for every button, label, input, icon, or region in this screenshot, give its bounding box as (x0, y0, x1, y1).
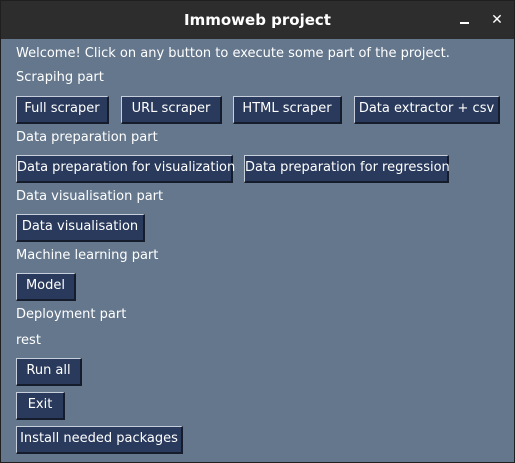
close-icon: ✕ (491, 12, 503, 28)
prep-visualization-button[interactable]: Data preparation for visualization (16, 155, 235, 183)
section-label-deployment: Deployment part (16, 307, 127, 322)
app-window: Immoweb project ✕ Welcome! Click on any … (0, 0, 515, 463)
prep-regression-button[interactable]: Data preparation for regression (244, 155, 450, 183)
section-label-scraping: Scrapihg part (16, 70, 104, 85)
intro-text: Welcome! Click on any button to execute … (16, 46, 450, 61)
section-label-preparation: Data preparation part (16, 130, 158, 145)
section-label-ml: Machine learning part (16, 248, 159, 263)
model-button[interactable]: Model (16, 273, 76, 301)
main-panel: Welcome! Click on any button to execute … (1, 39, 514, 462)
window-title: Immoweb project (184, 11, 331, 29)
minimize-icon (460, 22, 469, 24)
data-extractor-button[interactable]: Data extractor + csv (354, 96, 500, 124)
close-button[interactable]: ✕ (487, 10, 507, 30)
data-visualisation-button[interactable]: Data visualisation (16, 214, 145, 242)
install-packages-button[interactable]: Install needed packages (16, 426, 183, 454)
section-label-visualisation: Data visualisation part (16, 189, 164, 204)
full-scraper-button[interactable]: Full scraper (16, 96, 109, 124)
section-label-rest: rest (16, 333, 41, 348)
minimize-button[interactable] (454, 10, 474, 30)
url-scraper-button[interactable]: URL scraper (121, 96, 222, 124)
html-scraper-button[interactable]: HTML scraper (233, 96, 342, 124)
title-bar[interactable]: Immoweb project ✕ (1, 1, 514, 39)
run-all-button[interactable]: Run all (16, 358, 82, 386)
exit-button[interactable]: Exit (16, 392, 65, 420)
